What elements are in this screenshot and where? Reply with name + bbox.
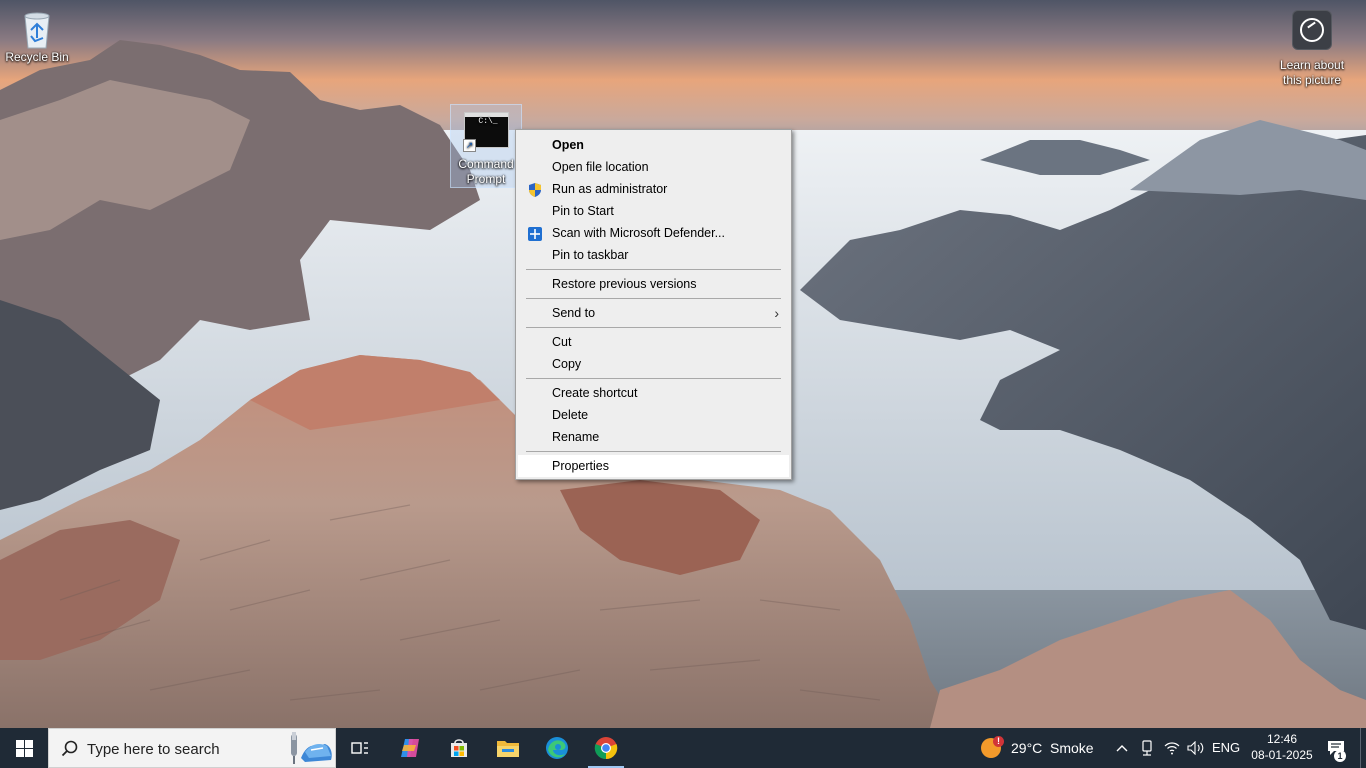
menu-item-pin-to-start[interactable]: Pin to Start	[518, 200, 789, 222]
menu-item-restore-previous-versions[interactable]: Restore previous versions	[518, 273, 789, 295]
volume-button[interactable]	[1185, 728, 1207, 768]
menu-item-pin-to-taskbar-label: Pin to taskbar	[552, 248, 629, 262]
copilot-icon	[401, 739, 419, 757]
weather-condition: Smoke	[1050, 740, 1094, 756]
weather-widget[interactable]: ! 29°C Smoke	[978, 728, 1098, 768]
menu-separator	[526, 451, 781, 452]
menu-item-rename-label: Rename	[552, 430, 600, 444]
recycle-bin-icon	[24, 12, 50, 49]
show-hidden-icons-button[interactable]	[1112, 728, 1132, 768]
file-explorer-icon	[497, 741, 519, 757]
start-button[interactable]	[0, 728, 48, 768]
menu-separator	[526, 327, 781, 328]
menu-item-run-as-administrator-label: Run as administrator	[552, 182, 668, 196]
learn-about-picture-shortcut[interactable]: Learn about this picture	[1274, 10, 1350, 88]
notification-center-button[interactable]: 1	[1320, 728, 1352, 768]
recycle-bin-label: Recycle Bin	[5, 50, 69, 64]
microsoft-store-button[interactable]	[439, 728, 479, 768]
cmd-prompt-glyph: C:\_	[478, 117, 498, 126]
task-view-button[interactable]	[341, 728, 379, 768]
weather-alert-badge: !	[993, 736, 1004, 747]
menu-item-run-as-administrator[interactable]: Run as administrator	[518, 178, 789, 200]
learn-about-line2: this picture	[1282, 73, 1342, 87]
search-input[interactable]	[87, 739, 257, 759]
menu-item-scan-defender[interactable]: Scan with Microsoft Defender...	[518, 222, 789, 244]
uac-shield-icon	[529, 183, 541, 197]
taskbar: ! 29°C Smoke ENG 12:46 08-01-2025	[0, 728, 1366, 768]
menu-item-delete-label: Delete	[552, 408, 589, 422]
weather-temperature: 29°C	[1011, 740, 1043, 756]
menu-item-create-shortcut[interactable]: Create shortcut	[518, 382, 789, 404]
notification-count-badge: 1	[1334, 750, 1346, 762]
show-desktop-button[interactable]	[1360, 728, 1366, 768]
edge-icon	[546, 737, 568, 759]
learn-about-line1: Learn about	[1279, 58, 1345, 72]
device-tray-button[interactable]	[1137, 728, 1157, 768]
menu-item-pin-to-start-label: Pin to Start	[552, 204, 614, 218]
menu-item-open-file-location[interactable]: Open file location	[518, 156, 789, 178]
menu-item-open-file-location-label: Open file location	[552, 160, 649, 174]
chrome-button[interactable]	[586, 728, 626, 768]
command-prompt-shortcut[interactable]: C:\_ ↗ Command Prompt	[450, 104, 522, 188]
menu-item-restore-previous-versions-label: Restore previous versions	[552, 277, 697, 291]
menu-item-send-to-label: Send to	[552, 306, 596, 320]
menu-item-send-to[interactable]: Send to ›	[518, 302, 789, 324]
menu-separator	[526, 298, 781, 299]
file-explorer-button[interactable]	[488, 728, 528, 768]
menu-item-delete[interactable]: Delete	[518, 404, 789, 426]
context-menu: Open Open file location Run as administr…	[515, 129, 792, 480]
menu-item-open-label: Open	[552, 138, 584, 152]
camera-icon	[1292, 10, 1332, 50]
copilot-button[interactable]	[390, 728, 430, 768]
edge-button[interactable]	[537, 728, 577, 768]
menu-item-open[interactable]: Open	[518, 134, 789, 156]
menu-separator	[526, 378, 781, 379]
recycle-bin-shortcut[interactable]: Recycle Bin	[4, 8, 70, 65]
shortcut-arrow-icon: ↗	[463, 139, 476, 152]
menu-item-properties-label: Properties	[552, 459, 609, 473]
microsoft-store-icon	[451, 739, 467, 757]
windows-logo-icon	[15, 739, 33, 757]
menu-item-pin-to-taskbar[interactable]: Pin to taskbar	[518, 244, 789, 266]
menu-item-copy[interactable]: Copy	[518, 353, 789, 375]
clock[interactable]: 12:46 08-01-2025	[1246, 731, 1318, 763]
menu-item-scan-defender-label: Scan with Microsoft Defender...	[552, 226, 725, 240]
task-view-icon	[351, 742, 368, 754]
clock-date: 08-01-2025	[1251, 748, 1313, 762]
speaker-icon	[1187, 741, 1204, 755]
defender-icon	[528, 227, 542, 241]
wifi-icon	[1164, 742, 1180, 755]
usb-device-icon	[1142, 740, 1152, 756]
chrome-icon	[594, 737, 618, 760]
clock-time: 12:46	[1266, 732, 1298, 746]
menu-separator	[526, 269, 781, 270]
command-prompt-label-line2: Prompt	[466, 172, 506, 186]
menu-item-cut-label: Cut	[552, 335, 572, 349]
taskbar-search-box[interactable]	[48, 728, 336, 768]
command-prompt-label-line1: Command	[458, 157, 514, 171]
search-icon	[61, 740, 78, 757]
menu-item-copy-label: Copy	[552, 357, 582, 371]
menu-item-create-shortcut-label: Create shortcut	[552, 386, 638, 400]
chevron-up-icon	[1116, 745, 1128, 752]
chevron-right-icon: ›	[774, 305, 779, 321]
search-highlight-image	[291, 732, 332, 764]
network-button[interactable]	[1161, 728, 1183, 768]
menu-item-rename[interactable]: Rename	[518, 426, 789, 448]
menu-item-cut[interactable]: Cut	[518, 331, 789, 353]
language-indicator[interactable]: ENG	[1212, 740, 1240, 755]
menu-item-properties[interactable]: Properties	[518, 455, 789, 477]
